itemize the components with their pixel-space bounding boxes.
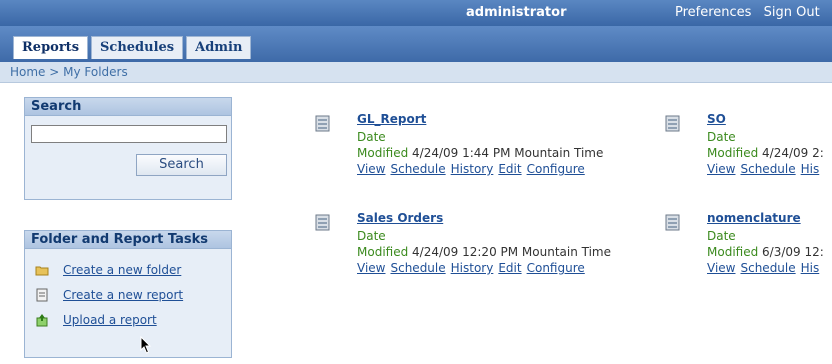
top-header-bar: administrator Preferences Sign Out H <box>0 0 832 26</box>
edit-link[interactable]: Edit <box>498 162 521 176</box>
report-description: Date <box>357 229 386 243</box>
search-button[interactable]: Search <box>136 154 227 176</box>
upload-icon <box>35 313 49 327</box>
tasks-panel-title: Folder and Report Tasks <box>25 231 231 249</box>
history-link[interactable]: His <box>801 261 820 275</box>
search-panel: Search Search <box>24 97 232 200</box>
report-description: Date <box>707 130 736 144</box>
report-actions: View Schedule History Edit Configure <box>357 261 590 275</box>
report-modified: Modified 4/24/09 12:20 PM Mountain Time <box>357 245 612 259</box>
configure-link[interactable]: Configure <box>527 162 585 176</box>
view-link[interactable]: View <box>707 162 735 176</box>
report-item: Sales Orders Date Modified 4/24/09 12:20… <box>315 211 645 279</box>
report-title-link[interactable]: nomenclature <box>707 211 801 225</box>
breadcrumb: Home > My Folders <box>0 62 832 83</box>
search-panel-title: Search <box>25 98 231 116</box>
tab-reports[interactable]: Reports <box>13 36 89 59</box>
report-modified: Modified 6/3/09 12: <box>707 245 824 259</box>
search-input[interactable] <box>31 125 227 143</box>
report-title-link[interactable]: SO <box>707 112 726 126</box>
report-document-icon <box>315 214 330 231</box>
folder-report-tasks-panel: Folder and Report Tasks Create a new fol… <box>24 230 232 358</box>
view-link[interactable]: View <box>707 261 735 275</box>
report-modified: Modified 4/24/09 1:44 PM Mountain Time <box>357 146 604 160</box>
report-icon <box>35 288 49 302</box>
report-item: SO Date Modified 4/24/09 2: View Schedule… <box>665 112 832 180</box>
task-create-report[interactable]: Create a new report <box>35 286 183 304</box>
mouse-cursor-icon <box>140 336 152 354</box>
view-link[interactable]: View <box>357 162 385 176</box>
schedule-link[interactable]: Schedule <box>390 162 445 176</box>
task-upload-report[interactable]: Upload a report <box>35 311 157 329</box>
create-folder-link[interactable]: Create a new folder <box>63 263 181 277</box>
tab-admin[interactable]: Admin <box>186 36 252 59</box>
preferences-link[interactable]: Preferences <box>675 5 751 20</box>
tab-schedules[interactable]: Schedules <box>91 36 184 59</box>
header-links: Preferences Sign Out H <box>675 5 832 20</box>
report-description: Date <box>707 229 736 243</box>
schedule-link[interactable]: Schedule <box>740 162 795 176</box>
history-link[interactable]: His <box>801 162 820 176</box>
report-actions: View Schedule His <box>707 162 824 176</box>
edit-link[interactable]: Edit <box>498 261 521 275</box>
history-link[interactable]: History <box>451 261 494 275</box>
task-create-folder[interactable]: Create a new folder <box>35 261 181 279</box>
schedule-link[interactable]: Schedule <box>740 261 795 275</box>
report-title-link[interactable]: GL_Report <box>357 112 426 126</box>
folder-icon <box>35 263 49 277</box>
report-actions: View Schedule History Edit Configure <box>357 162 590 176</box>
page: administrator Preferences Sign Out H Rep… <box>0 0 832 364</box>
history-link[interactable]: History <box>451 162 494 176</box>
schedule-link[interactable]: Schedule <box>390 261 445 275</box>
report-modified: Modified 4/24/09 2: <box>707 146 824 160</box>
breadcrumb-text[interactable]: Home > My Folders <box>10 65 128 79</box>
report-title-link[interactable]: Sales Orders <box>357 211 443 225</box>
report-description: Date <box>357 130 386 144</box>
tab-bar: Reports Schedules Admin <box>0 26 832 62</box>
sign-out-link[interactable]: Sign Out <box>764 5 820 20</box>
upload-report-link[interactable]: Upload a report <box>63 313 157 327</box>
configure-link[interactable]: Configure <box>527 261 585 275</box>
view-link[interactable]: View <box>357 261 385 275</box>
report-document-icon <box>665 214 680 231</box>
report-document-icon <box>665 115 680 132</box>
report-item: nomenclature Date Modified 6/3/09 12: Vi… <box>665 211 832 279</box>
report-document-icon <box>315 115 330 132</box>
report-actions: View Schedule His <box>707 261 824 275</box>
report-item: GL_Report Date Modified 4/24/09 1:44 PM … <box>315 112 645 180</box>
create-report-link[interactable]: Create a new report <box>63 288 183 302</box>
current-user: administrator <box>466 5 567 20</box>
